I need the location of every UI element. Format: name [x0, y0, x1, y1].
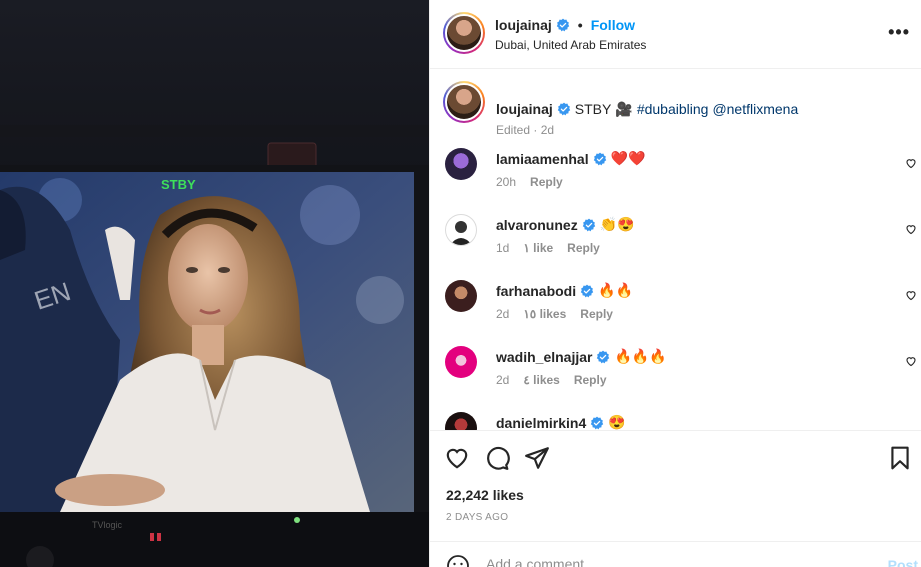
commenter-avatar[interactable]: [445, 148, 477, 180]
caption-meta: Edited · 2d: [496, 123, 555, 137]
verified-badge-icon: [557, 102, 570, 116]
author-username[interactable]: loujainaj: [495, 17, 552, 33]
reply-button[interactable]: Reply: [567, 241, 600, 255]
follow-button[interactable]: Follow: [591, 17, 635, 33]
comment-text-row: alvaronunez 👏😍: [496, 216, 635, 233]
like-comment-heart-icon[interactable]: [905, 157, 917, 169]
comment-time: 2d: [496, 307, 510, 321]
post-photo[interactable]: EN STBY TVlogic: [0, 0, 429, 567]
like-comment-heart-icon[interactable]: [905, 355, 917, 367]
commenter-avatar[interactable]: [445, 412, 477, 430]
caption-text: STBY: [574, 101, 612, 117]
header-separator: •: [577, 17, 583, 33]
post-header: loujainaj • Follow Dubai, United Arab Em…: [430, 0, 921, 69]
comment-likes-count[interactable]: ٤ likes: [523, 373, 559, 387]
comment-meta: 2d ٤ likes Reply: [496, 373, 607, 387]
add-comment-input[interactable]: [486, 556, 856, 567]
comment-time: 2d: [496, 373, 510, 387]
comment-meta: 1d ١ like Reply: [496, 241, 600, 255]
comment-username[interactable]: farhanabodi: [496, 283, 576, 299]
comment-likes-count[interactable]: ١٥ likes: [523, 307, 566, 321]
comment-text-row: wadih_elnajjar 🔥🔥🔥: [496, 348, 667, 365]
comment-time: 20h: [496, 175, 517, 189]
comment-item: alvaronunez 👏😍 1d ١ like Reply: [443, 214, 916, 274]
post-actions: 22,242 likes 2 DAYS AGO: [430, 430, 921, 540]
comment-likes-count[interactable]: ١ like: [523, 241, 553, 255]
caption-username[interactable]: loujainaj: [496, 100, 553, 118]
comment-meta: 2d ١٥ likes Reply: [496, 307, 613, 321]
verified-badge-icon: [593, 152, 606, 165]
comment-text: 👏😍: [599, 216, 635, 232]
comment-time: 1d: [496, 241, 510, 255]
post-comment-button[interactable]: Post: [888, 557, 918, 567]
stby-overlay-text: STBY: [161, 177, 196, 192]
like-heart-icon[interactable]: [444, 445, 470, 471]
comment-text-row: danielmirkin4 😍: [496, 414, 626, 430]
comments-list[interactable]: loujainaj STBY 🎥 #dubaibling @netflixmen…: [430, 69, 921, 430]
comment-bubble-icon[interactable]: [484, 445, 510, 471]
author-avatar[interactable]: [443, 12, 485, 54]
like-comment-heart-icon[interactable]: [905, 289, 917, 301]
comment-username[interactable]: wadih_elnajjar: [496, 349, 592, 365]
post-image-illustration: EN STBY TVlogic: [0, 0, 429, 567]
hashtag-link[interactable]: #dubaibling: [637, 100, 709, 118]
comment-text: 🔥🔥: [598, 282, 633, 298]
comment-item: wadih_elnajjar 🔥🔥🔥 2d ٤ likes Reply: [443, 346, 916, 406]
reply-button[interactable]: Reply: [580, 307, 613, 321]
comment-text: 😍: [608, 414, 626, 430]
comment-text: ❤️❤️: [610, 150, 646, 166]
more-options-button[interactable]: •••: [888, 22, 910, 43]
commenter-avatar[interactable]: [445, 214, 477, 246]
verified-badge-icon: [580, 284, 594, 297]
reply-button[interactable]: Reply: [530, 175, 563, 189]
comment-text: 🔥🔥🔥: [614, 348, 667, 364]
save-bookmark-icon[interactable]: [887, 445, 913, 471]
verified-badge-icon: [582, 218, 595, 231]
caption-avatar[interactable]: [443, 81, 485, 123]
post-location[interactable]: Dubai, United Arab Emirates: [495, 38, 646, 52]
comment-item: farhanabodi 🔥🔥 2d ١٥ likes Reply: [443, 280, 916, 340]
commenter-avatar[interactable]: [445, 346, 477, 378]
comment-item: lamiaamenhal ❤️❤️ 20h Reply: [443, 148, 916, 208]
comment-username[interactable]: alvaronunez: [496, 217, 578, 233]
like-comment-heart-icon[interactable]: [905, 223, 917, 235]
comment-text-row: lamiaamenhal ❤️❤️: [496, 150, 645, 167]
comment-text-row: farhanabodi 🔥🔥: [496, 282, 633, 299]
mention-link[interactable]: @netflixmena: [712, 100, 798, 118]
add-comment-bar: Post: [430, 541, 921, 567]
post-date: 2 DAYS AGO: [446, 512, 509, 523]
verified-badge-icon: [597, 350, 610, 363]
verified-badge-icon: [591, 416, 604, 429]
reply-button[interactable]: Reply: [574, 373, 607, 387]
comment-username[interactable]: lamiaamenhal: [496, 151, 589, 167]
monitor-brand-text: TVlogic: [92, 520, 123, 530]
emoji-smiley-icon[interactable]: [446, 554, 470, 567]
caption-text-row: loujainaj STBY 🎥 #dubaibling @netflixmen…: [496, 100, 906, 118]
comment-item: danielmirkin4 😍: [443, 412, 913, 430]
verified-badge-icon: [556, 18, 569, 32]
comment-meta: 20h Reply: [496, 175, 563, 189]
author-name-row: loujainaj • Follow: [495, 17, 635, 33]
post-side-panel: loujainaj • Follow Dubai, United Arab Em…: [429, 0, 921, 567]
comment-username[interactable]: danielmirkin4: [496, 415, 586, 431]
likes-count[interactable]: 22,242 likes: [446, 487, 524, 503]
commenter-avatar[interactable]: [445, 280, 477, 312]
share-send-icon[interactable]: [524, 445, 550, 471]
camera-emoji: 🎥: [615, 101, 633, 117]
